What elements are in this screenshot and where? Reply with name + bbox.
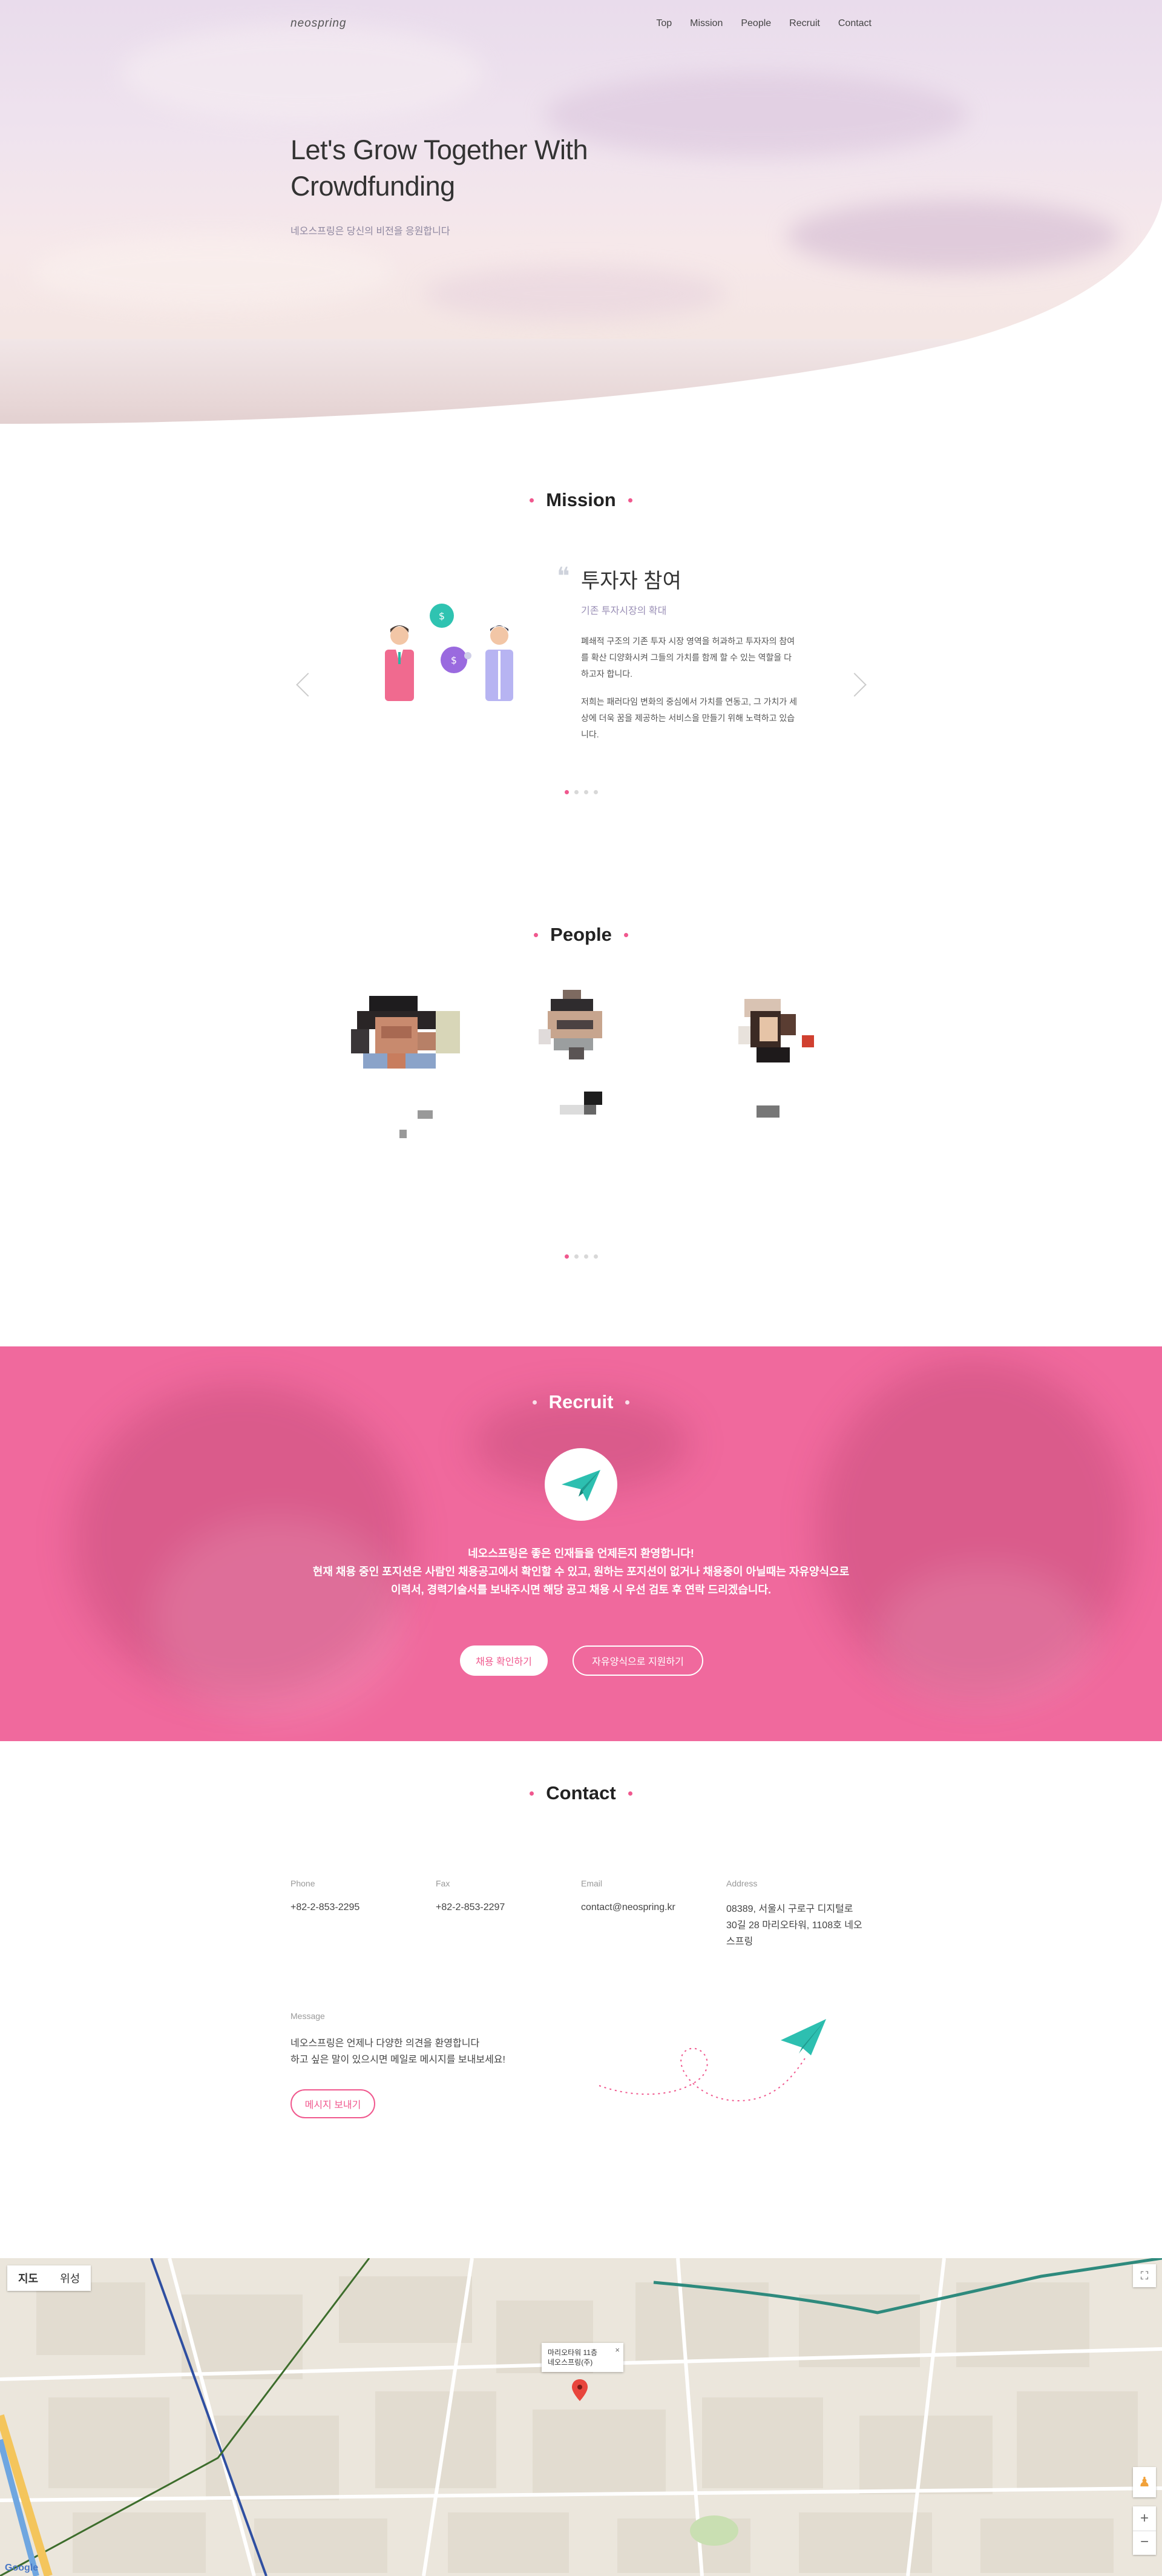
recruit-line-3: 이력서, 경력기술서를 보내주시면 해당 공고 채용 시 우선 검토 후 연락 … (390, 1584, 772, 1596)
map-type-toggle: 지도 위성 (7, 2265, 91, 2291)
location-map[interactable]: 지도 위성 × 마리오타워 11층 네오스프링(주) ⛶ ♟ + − Googl… (0, 2258, 1162, 2576)
hero-wave-shape (0, 200, 1162, 448)
site-logo[interactable]: neospring (290, 17, 346, 30)
nav-link-mission[interactable]: Mission (690, 18, 723, 29)
mission-heading: 투자자 참여 (581, 570, 681, 593)
title-dot-icon (530, 1791, 534, 1796)
map-info-line-1: 마리오타워 11층 (548, 2348, 598, 2357)
person-name-placeholder (757, 1105, 781, 1124)
nav-link-recruit[interactable]: Recruit (789, 18, 820, 29)
people-title: People (550, 924, 612, 945)
svg-text:$: $ (451, 654, 457, 666)
recruit-line-2: 현재 채용 중인 포지션은 사람인 채용공고에서 확인할 수 있고, 원하는 포… (312, 1566, 850, 1578)
nav-link-top[interactable]: Top (656, 18, 672, 29)
phone-label: Phone (290, 1879, 315, 1888)
fullscreen-icon[interactable]: ⛶ (1133, 2264, 1156, 2287)
person-avatar[interactable] (533, 987, 617, 1072)
carousel-dot[interactable] (583, 1254, 588, 1259)
title-dot-icon (623, 932, 628, 937)
street-view-pegman-icon[interactable]: ♟ (1133, 2467, 1156, 2497)
google-logo[interactable]: Google (5, 2563, 38, 2574)
carousel-dot[interactable] (574, 790, 579, 794)
mission-carousel-dots (0, 790, 1162, 794)
hero-title-line1: Let's Grow Together With (290, 134, 588, 165)
hero-title-line2: Crowdfunding (290, 171, 455, 202)
check-jobs-button[interactable]: 채용 확인하기 (460, 1645, 548, 1676)
send-message-button[interactable]: 메시지 보내기 (290, 2089, 375, 2118)
hero-section: neospring Top Mission People Recruit Con… (0, 0, 1162, 448)
address-label: Address (726, 1879, 758, 1888)
carousel-next-arrow-icon[interactable] (842, 673, 867, 697)
address-line-1: 08389, 서울시 구로구 디지털로 (726, 1904, 853, 1914)
mission-subheading: 기존 투자시장의 확대 (581, 606, 667, 616)
person-avatar[interactable] (345, 993, 466, 1090)
recruit-line-1: 네오스프링은 좋은 인재들을 언제든지 환영합니다! (468, 1547, 694, 1560)
recruit-message: 네오스프링은 좋은 인재들을 언제든지 환영합니다! 현재 채용 중인 포지션은… (0, 1544, 1162, 1599)
paper-plane-dotted-path-icon (599, 2019, 826, 2102)
zoom-controls: + − (1133, 2506, 1156, 2555)
recruit-section-title: Recruit (0, 1391, 1162, 1413)
fax-label: Fax (436, 1879, 450, 1888)
address-line-2: 30길 28 마리오타워, 1108호 네오 (726, 1920, 862, 1931)
main-menu: Top Mission People Recruit Contact (656, 18, 872, 29)
close-icon[interactable]: × (615, 2345, 620, 2355)
paper-plane-badge (545, 1448, 617, 1521)
message-line-1: 네오스프링은 언제나 다양한 의견을 환영합니다 (290, 2038, 480, 2049)
carousel-dot[interactable] (574, 1254, 579, 1259)
title-dot-icon (628, 498, 632, 502)
carousel-dot[interactable] (583, 790, 588, 794)
recruit-title: Recruit (548, 1391, 614, 1412)
paper-plane-icon (562, 1470, 600, 1501)
people-section-title: People (0, 924, 1162, 946)
map-tab-satellite[interactable]: 위성 (49, 2265, 91, 2291)
carousel-dot[interactable] (593, 790, 598, 794)
investor-illustration: $ $ (385, 604, 513, 701)
mission-title: Mission (546, 489, 616, 510)
nav-link-contact[interactable]: Contact (838, 18, 872, 29)
map-info-window: × 마리오타워 11층 네오스프링(주) (542, 2343, 623, 2372)
phone-value[interactable]: +82-2-853-2295 (290, 1899, 359, 1916)
mission-paragraph-1: 폐쇄적 구조의 기존 투자 시장 영역을 허과하고 투자자의 참여를 확산 디양… (581, 636, 795, 679)
title-dot-icon (530, 498, 534, 502)
quote-mark-icon: ❝ (557, 562, 570, 590)
zoom-in-button[interactable]: + (1133, 2506, 1156, 2531)
carousel-prev-arrow-icon[interactable] (296, 673, 320, 697)
mission-paragraph-2: 저희는 패러다임 변화의 중심에서 가치를 연동고, 그 가치가 세상에 더욱 … (581, 697, 798, 739)
hero-title: Let's Grow Together With Crowdfunding (290, 132, 588, 205)
mission-section-title: Mission (0, 489, 1162, 511)
person-avatar[interactable] (732, 993, 823, 1078)
carousel-dot[interactable] (564, 790, 569, 794)
carousel-dot[interactable] (564, 1254, 569, 1259)
fax-value: +82-2-853-2297 (436, 1902, 505, 1912)
contact-section-title: Contact (0, 1782, 1162, 1804)
message-line-2: 하고 싶은 말이 있으시면 메일로 메시지를 보내보세요! (290, 2055, 505, 2065)
message-label: Message (290, 2011, 325, 2021)
person-name-placeholder (560, 1092, 608, 1122)
map-tab-map[interactable]: 지도 (7, 2265, 49, 2291)
title-dot-icon (628, 1791, 632, 1796)
email-value[interactable]: contact@neospring.kr (581, 1899, 675, 1916)
title-dot-icon (532, 1400, 537, 1405)
contact-title: Contact (546, 1782, 616, 1804)
nav-link-people[interactable]: People (741, 18, 771, 29)
address-line-3: 스프링 (726, 1937, 753, 1947)
map-info-line-2: 네오스프링(주) (548, 2358, 593, 2367)
svg-text:$: $ (439, 610, 445, 622)
hero-subtitle: 네오스프링은 당신의 비전을 응원합니다 (290, 226, 450, 237)
carousel-dot[interactable] (593, 1254, 598, 1259)
people-carousel-dots (0, 1254, 1162, 1259)
title-dot-icon (625, 1400, 630, 1405)
zoom-out-button[interactable]: − (1133, 2531, 1156, 2555)
map-marker-icon[interactable] (572, 2379, 588, 2401)
map-tiles[interactable] (0, 2258, 1162, 2576)
address-value: 08389, 서울시 구로구 디지털로 30길 28 마리오타워, 1108호 … (726, 1901, 878, 1950)
title-dot-icon (534, 932, 539, 937)
message-text: 네오스프링은 언제나 다양한 의견을 환영합니다 하고 싶은 말이 있으시면 메… (290, 2035, 505, 2068)
recruit-section: Recruit 네오스프링은 좋은 인재들을 언제든지 환영합니다! 현재 채용… (0, 1346, 1162, 1741)
top-navigation: neospring Top Mission People Recruit Con… (290, 17, 872, 30)
person-name-placeholder (399, 1110, 436, 1141)
email-label: Email (581, 1879, 603, 1888)
apply-free-form-button[interactable]: 자유양식으로 지원하기 (573, 1645, 703, 1676)
